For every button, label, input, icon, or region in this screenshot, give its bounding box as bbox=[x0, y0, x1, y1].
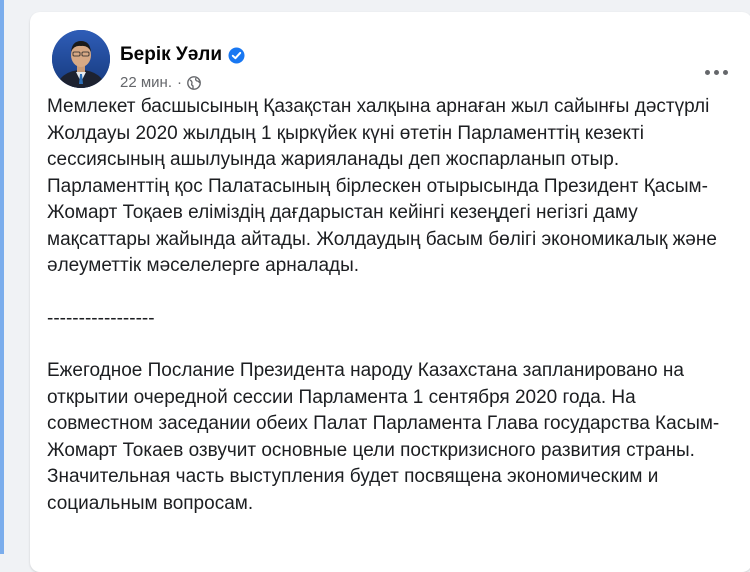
post-separator-line: ----------------- bbox=[47, 307, 155, 329]
left-edge-accent bbox=[0, 0, 4, 554]
post-timestamp[interactable]: 22 мин. bbox=[120, 74, 172, 91]
post-paragraph-russian: Ежегодное Послание Президента народу Каз… bbox=[47, 360, 720, 514]
verified-badge-icon bbox=[228, 47, 245, 64]
post-paragraph-kazakh: Мемлекет басшысының Қазақстан халқына ар… bbox=[47, 96, 717, 276]
left-side-area bbox=[0, 0, 30, 554]
post-meta: 22 мин. · bbox=[120, 74, 201, 91]
post-header: Берік Уәли 22 мин. · bbox=[52, 30, 732, 91]
more-options-icon[interactable] bbox=[700, 56, 732, 88]
author-avatar[interactable] bbox=[52, 30, 110, 88]
more-dot bbox=[704, 69, 710, 75]
post-text: Мемлекет басшысының Қазақстан халқына ар… bbox=[47, 94, 737, 517]
meta-separator: · bbox=[177, 74, 182, 91]
globe-icon[interactable] bbox=[187, 75, 201, 90]
more-dot bbox=[713, 69, 719, 75]
more-dot bbox=[722, 69, 728, 75]
avatar-photo bbox=[52, 30, 110, 88]
author-name[interactable]: Берік Уәли bbox=[120, 44, 222, 66]
post-card: Берік Уәли 22 мин. · Мемлекет басшысының… bbox=[30, 12, 750, 572]
author-line: Берік Уәли bbox=[120, 44, 245, 66]
